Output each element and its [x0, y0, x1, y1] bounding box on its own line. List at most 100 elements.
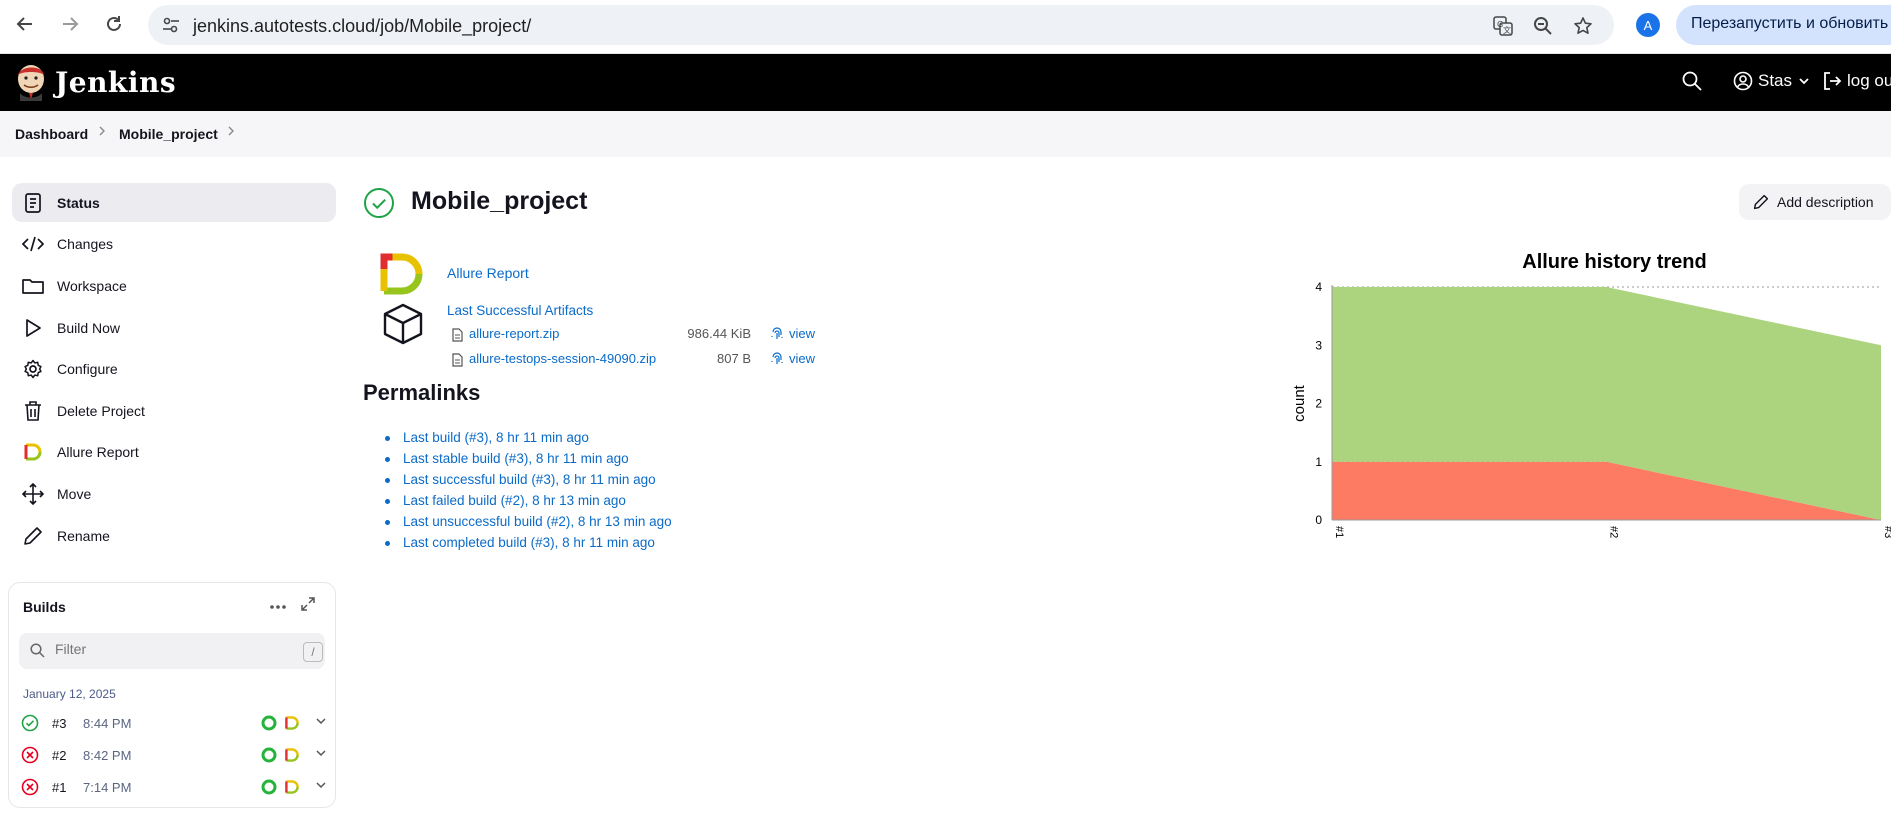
- forward-icon[interactable]: [57, 11, 83, 37]
- allure-icon: [22, 441, 44, 463]
- permalink-last-successful-build[interactable]: Last successful build (#3), 8 hr 11 min …: [403, 472, 656, 487]
- build-number[interactable]: #3: [52, 716, 66, 731]
- chevron-down-icon[interactable]: [315, 746, 327, 764]
- last-successful-artifacts-link[interactable]: Last Successful Artifacts: [447, 303, 593, 318]
- y-tick-label: 2: [1315, 397, 1322, 411]
- permalink-last-unsuccessful-build[interactable]: Last unsuccessful build (#2), 8 hr 13 mi…: [403, 514, 672, 529]
- build-row[interactable]: #2 8:42 PM: [21, 743, 327, 769]
- sidebar-item-allure-report[interactable]: Allure Report: [12, 432, 336, 471]
- allure-history-trend-chart[interactable]: Allure history trend 0 1 2 3 4 #1 #2 #3 count: [1290, 240, 1891, 560]
- test-results-icon[interactable]: [261, 747, 277, 768]
- artifact-link[interactable]: allure-report.zip: [469, 326, 559, 341]
- y-axis-label: count: [1291, 384, 1308, 422]
- failed-status-icon: [21, 746, 39, 769]
- test-results-icon[interactable]: [261, 715, 277, 736]
- site-settings-icon[interactable]: [162, 17, 180, 38]
- permalink-last-completed-build[interactable]: Last completed build (#3), 8 hr 11 min a…: [403, 535, 655, 550]
- y-tick-label: 0: [1315, 513, 1322, 527]
- breadcrumb: Dashboard Mobile_project: [0, 111, 1891, 157]
- builds-filter: /: [19, 633, 325, 669]
- bookmark-star-icon[interactable]: [1572, 15, 1594, 37]
- breadcrumb-dashboard[interactable]: Dashboard: [15, 126, 88, 142]
- user-menu[interactable]: Stas: [1733, 71, 1811, 91]
- add-description-button[interactable]: Add description: [1739, 184, 1891, 220]
- address-bar[interactable]: jenkins.autotests.cloud/job/Mobile_proje…: [148, 5, 1614, 45]
- test-results-icon[interactable]: [261, 779, 277, 800]
- builds-title: Builds: [23, 599, 66, 615]
- fingerprint-icon: [771, 326, 783, 339]
- sidebar-item-label: Changes: [57, 235, 114, 252]
- y-tick-label: 3: [1315, 338, 1322, 352]
- breadcrumb-separator-icon[interactable]: [226, 124, 236, 141]
- reload-icon[interactable]: [101, 11, 127, 37]
- permalink-last-build[interactable]: Last build (#3), 8 hr 11 min ago: [403, 430, 589, 445]
- sidebar-item-label: Move: [57, 485, 92, 502]
- allure-report-link[interactable]: Allure Report: [447, 265, 529, 281]
- builds-filter-input[interactable]: [55, 641, 275, 657]
- build-row[interactable]: #1 7:14 PM: [21, 775, 327, 801]
- zoom-icon[interactable]: [1532, 15, 1554, 37]
- jenkins-title[interactable]: Jenkins: [55, 66, 176, 99]
- chevron-down-icon[interactable]: [315, 778, 327, 796]
- sidebar-item-workspace[interactable]: Workspace: [12, 266, 336, 305]
- translate-icon[interactable]: G文: [1492, 15, 1514, 37]
- artifact-size: 807 B: [717, 351, 751, 366]
- list-item: Last build (#3), 8 hr 11 min ago: [385, 430, 672, 451]
- artifact-link[interactable]: allure-testops-session-49090.zip: [469, 351, 656, 366]
- build-time[interactable]: 8:44 PM: [83, 716, 131, 731]
- sidebar-item-label: Configure: [57, 360, 118, 377]
- build-number[interactable]: #2: [52, 748, 66, 763]
- sidebar-item-label: Status: [57, 194, 100, 211]
- y-tick-label: 1: [1315, 455, 1322, 469]
- breadcrumb-mobile-project[interactable]: Mobile_project: [119, 126, 218, 142]
- gear-icon: [22, 358, 44, 380]
- chart-title: Allure history trend: [1522, 251, 1706, 273]
- sidebar-item-configure[interactable]: Configure: [12, 349, 336, 388]
- x-tick-label: #3: [1882, 526, 1891, 538]
- permalink-last-stable-build[interactable]: Last stable build (#3), 8 hr 11 min ago: [403, 451, 629, 466]
- permalink-last-failed-build[interactable]: Last failed build (#2), 8 hr 13 min ago: [403, 493, 626, 508]
- add-description-label: Add description: [1777, 194, 1874, 210]
- more-options-icon[interactable]: [269, 597, 287, 613]
- relaunch-update-button[interactable]: Перезапустить и обновить: [1676, 5, 1891, 45]
- build-time[interactable]: 7:14 PM: [83, 780, 131, 795]
- chevron-down-icon: [1799, 78, 1809, 85]
- sidebar-item-label: Workspace: [57, 277, 127, 294]
- logout-link[interactable]: log out: [1822, 71, 1891, 91]
- status-icon: [22, 192, 44, 214]
- back-icon[interactable]: [12, 11, 38, 37]
- search-icon[interactable]: [1682, 71, 1702, 96]
- build-number[interactable]: #1: [52, 780, 66, 795]
- sidebar-item-label: Delete Project: [57, 402, 145, 419]
- allure-icon[interactable]: [284, 747, 300, 768]
- sidebar-item-delete-project[interactable]: Delete Project: [12, 391, 336, 430]
- sidebar-item-status[interactable]: Status: [12, 183, 336, 222]
- sidebar-item-label: Rename: [57, 527, 110, 544]
- y-tick-label: 4: [1315, 280, 1322, 294]
- url-text[interactable]: jenkins.autotests.cloud/job/Mobile_proje…: [193, 16, 531, 37]
- chevron-down-icon[interactable]: [315, 714, 327, 732]
- sidebar-item-changes[interactable]: Changes: [12, 224, 336, 263]
- allure-icon[interactable]: [284, 715, 300, 736]
- jenkins-header: Jenkins Stas log out: [0, 54, 1891, 111]
- jenkins-logo-icon[interactable]: [14, 63, 48, 106]
- artifact-view-link[interactable]: view: [770, 351, 815, 366]
- sidebar-item-move[interactable]: Move: [12, 474, 336, 513]
- sidebar-item-build-now[interactable]: Build Now: [12, 308, 336, 347]
- profile-avatar[interactable]: A: [1636, 13, 1660, 37]
- success-status-icon: [363, 187, 395, 224]
- user-name: Stas: [1758, 71, 1793, 90]
- play-icon: [22, 317, 44, 339]
- expand-icon[interactable]: [301, 597, 315, 616]
- page-title: Mobile_project: [411, 187, 588, 215]
- allure-logo-icon: [380, 253, 426, 300]
- builds-panel: Builds / January 12, 2025 #3 8:44 PM: [8, 582, 336, 808]
- artifact-size: 986.44 KiB: [687, 326, 751, 341]
- list-item: Last completed build (#3), 8 hr 11 min a…: [385, 535, 672, 556]
- artifact-view-link[interactable]: view: [770, 326, 815, 341]
- sidebar-item-label: Allure Report: [57, 443, 139, 460]
- allure-icon[interactable]: [284, 779, 300, 800]
- sidebar-item-rename[interactable]: Rename: [12, 516, 336, 555]
- build-time[interactable]: 8:42 PM: [83, 748, 131, 763]
- build-row[interactable]: #3 8:44 PM: [21, 711, 327, 737]
